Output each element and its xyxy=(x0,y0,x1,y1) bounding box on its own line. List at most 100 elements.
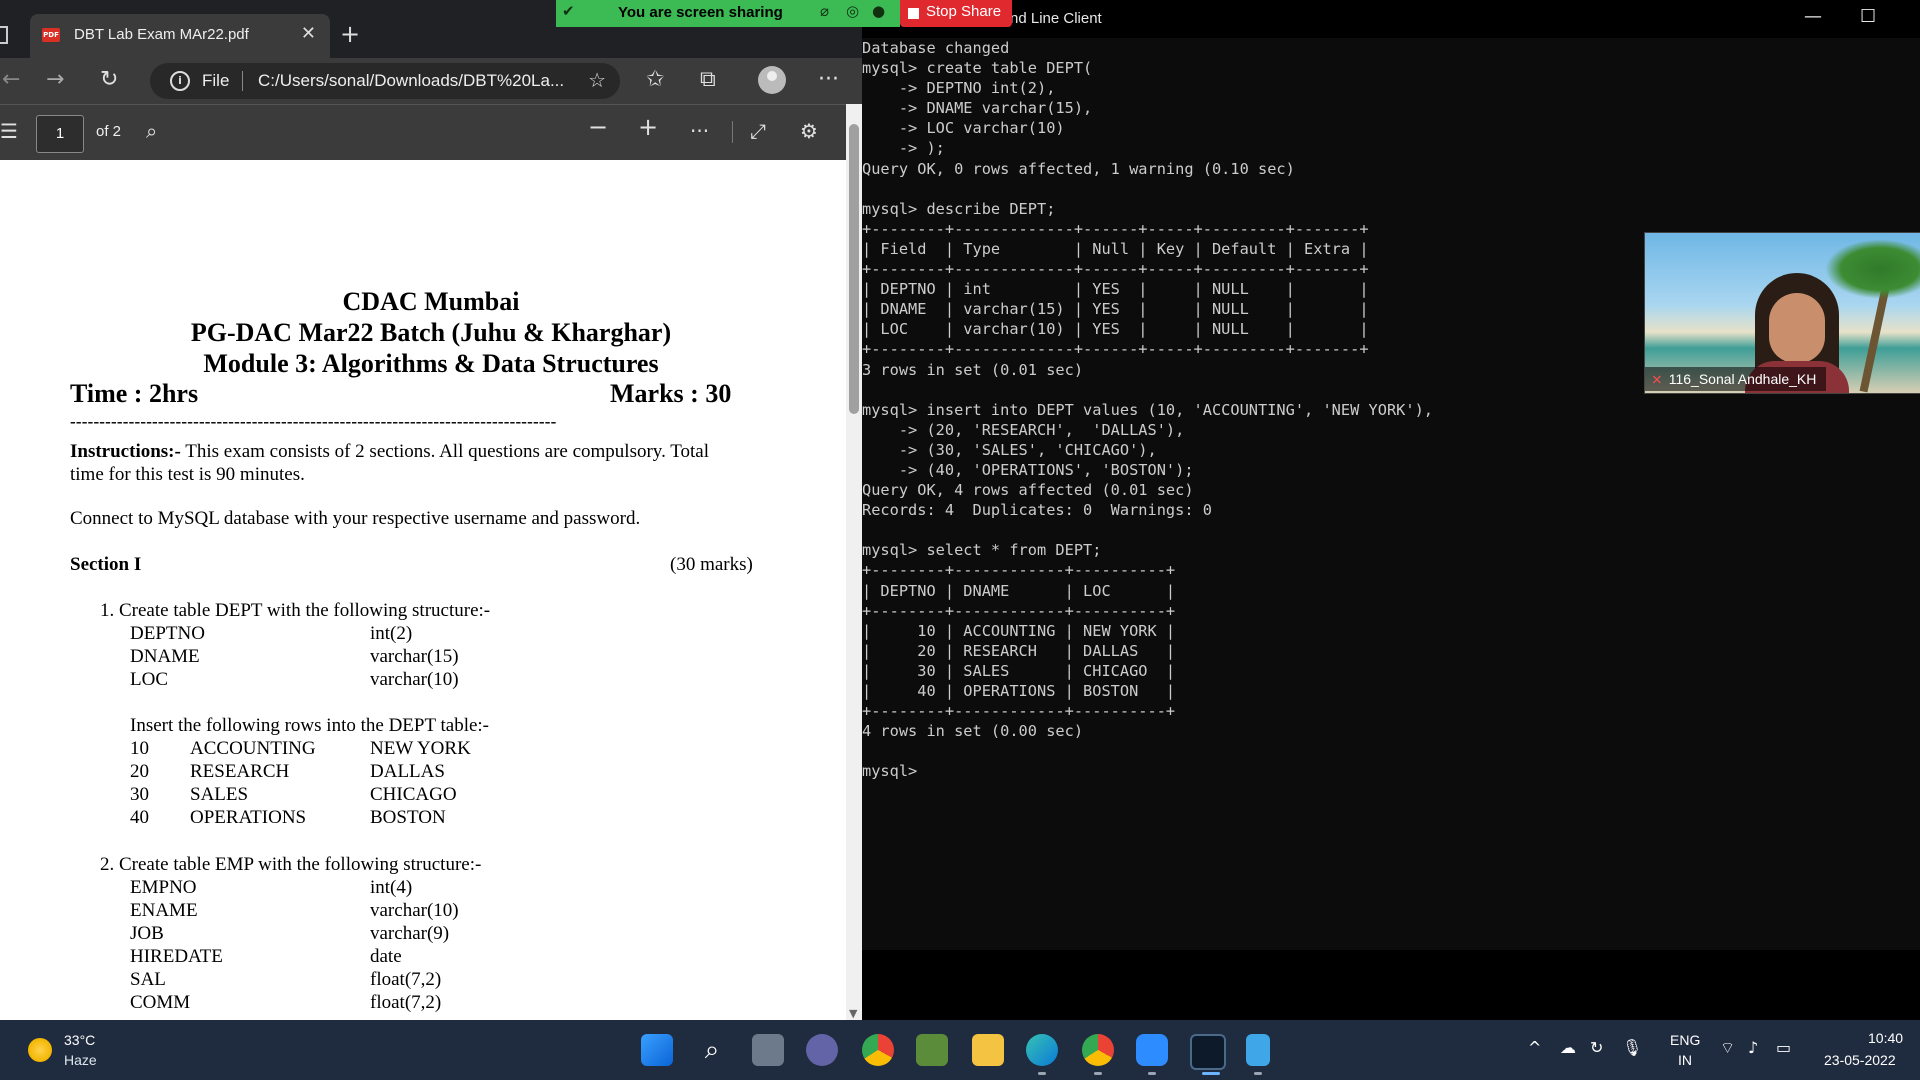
q1-insert-instruction: Insert the following rows into the DEPT … xyxy=(130,715,490,736)
q1-row-no: 10 xyxy=(130,738,149,759)
address-separator xyxy=(242,71,243,91)
search-icon[interactable]: ⌕ xyxy=(146,119,157,143)
forward-icon[interactable]: → xyxy=(46,66,64,94)
zoom-icon[interactable] xyxy=(1136,1034,1168,1066)
edge-icon[interactable] xyxy=(1026,1034,1058,1066)
q2-field-name: HIREDATE xyxy=(130,946,223,967)
q2-field-name: COMM xyxy=(130,992,191,1013)
region-indicator[interactable]: IN xyxy=(1678,1052,1692,1068)
terminal-output[interactable]: Database changed mysql> create table DEP… xyxy=(862,38,1433,781)
chevron-up-icon[interactable]: ^ xyxy=(1528,1038,1541,1057)
doc-title-line2: PG-DAC Mar22 Batch (Juhu & Kharghar) xyxy=(190,318,672,347)
refresh-icon[interactable]: ↻ xyxy=(100,66,118,94)
clock-time[interactable]: 10:40 xyxy=(1868,1030,1903,1046)
mysql-client-icon[interactable] xyxy=(1190,1034,1226,1070)
pdf-scrollbar[interactable]: ▼ xyxy=(846,104,862,1020)
q2-field-type: varchar(9) xyxy=(370,923,450,944)
terminal-bottom-area xyxy=(862,950,1920,1020)
file-label: File xyxy=(202,71,230,90)
favorites-icon[interactable]: ✩ xyxy=(646,66,664,94)
zoom-out-icon[interactable]: − xyxy=(588,115,608,139)
palm-tree-leaves xyxy=(1825,239,1920,299)
windows-taskbar: 33°C Haze ⌕ ^ ☁ ↻ 🎙 ENG IN ⌔ ♪ ▭ 10:40 2… xyxy=(0,1020,1920,1080)
q1-field-name: DEPTNO xyxy=(130,623,205,644)
terminal-title: nd Line Client xyxy=(1010,10,1102,27)
page-number-input[interactable]: 1 xyxy=(36,115,84,153)
profile-avatar[interactable] xyxy=(758,66,786,94)
share-message: You are screen sharing xyxy=(618,4,783,21)
weather-description[interactable]: Haze xyxy=(64,1052,97,1068)
notepad-icon[interactable] xyxy=(1246,1034,1270,1066)
language-indicator[interactable]: ENG xyxy=(1670,1032,1700,1048)
running-indicator xyxy=(1094,1072,1102,1075)
wifi-icon[interactable]: ⌔ xyxy=(1720,1038,1735,1058)
settings-gear-icon[interactable]: ⚙ xyxy=(800,119,818,143)
contents-menu-icon[interactable]: ☰ xyxy=(0,119,18,143)
chrome-icon[interactable] xyxy=(862,1034,894,1066)
q1-row-loc: DALLAS xyxy=(370,761,445,782)
browser-toolbar: ← → ↻ i File C:/Users/sonal/Downloads/DB… xyxy=(0,58,862,104)
window-edge-icon xyxy=(0,26,8,44)
task-view-icon[interactable] xyxy=(752,1034,784,1066)
mic-off-icon[interactable]: ⌀ xyxy=(820,2,829,20)
scroll-down-icon[interactable]: ▼ xyxy=(849,1007,857,1020)
close-icon[interactable]: ✕ xyxy=(301,23,316,44)
tab-title: DBT Lab Exam MAr22.pdf xyxy=(74,26,249,43)
participant-video[interactable]: ⨯ 116_Sonal Andhale_KH xyxy=(1644,232,1920,394)
chat-icon[interactable] xyxy=(806,1034,838,1066)
page-count: of 2 xyxy=(96,123,122,140)
file-explorer-icon[interactable] xyxy=(972,1034,1004,1066)
weather-sun-icon[interactable] xyxy=(28,1038,52,1062)
chrome-profile-icon[interactable] xyxy=(1082,1034,1114,1066)
q2-field-name: EMPNO xyxy=(130,877,197,898)
q1-row-name: SALES xyxy=(190,784,249,805)
more-tools-icon[interactable]: ··· xyxy=(690,119,709,143)
q1-field-name: DNAME xyxy=(130,646,200,667)
connect-instruction: Connect to MySQL database with your resp… xyxy=(70,508,641,529)
add-favorite-icon[interactable]: ☆ xyxy=(588,68,606,92)
notepadpp-icon[interactable] xyxy=(916,1034,948,1066)
collections-icon[interactable]: ⧉ xyxy=(700,66,716,94)
info-icon[interactable]: i xyxy=(170,71,190,91)
maximize-icon[interactable]: ☐ xyxy=(1860,6,1876,27)
q1-field-type: varchar(10) xyxy=(370,669,459,690)
q2-field-name: JOB xyxy=(130,923,164,944)
fit-page-icon[interactable]: ⤢ xyxy=(750,119,766,143)
running-indicator xyxy=(1148,1072,1156,1075)
sync-icon[interactable]: ↻ xyxy=(1590,1038,1603,1057)
new-tab-icon[interactable]: + xyxy=(340,20,360,48)
microphone-icon[interactable]: 🎙 xyxy=(1622,1038,1642,1057)
person-face xyxy=(1769,293,1825,363)
q2-field-type: int(4) xyxy=(370,877,413,898)
tab-pdf[interactable]: PDF DBT Lab Exam MAr22.pdf ✕ xyxy=(30,14,330,58)
zoom-in-icon[interactable]: + xyxy=(638,115,658,139)
q1-row-name: ACCOUNTING xyxy=(190,738,316,759)
instructions: Instructions:- This exam consists of 2 s… xyxy=(70,440,790,486)
q2-field-name: SAL xyxy=(130,969,166,990)
volume-icon[interactable]: ♪ xyxy=(1748,1038,1758,1057)
address-bar[interactable]: i File C:/Users/sonal/Downloads/DBT%20La… xyxy=(150,63,620,99)
terminal-titlebar: nd Line Client — ☐ xyxy=(862,0,1920,38)
start-button-icon[interactable] xyxy=(641,1034,673,1066)
clock-date[interactable]: 23-05-2022 xyxy=(1824,1052,1896,1068)
question-1: 1. Create table DEPT with the following … xyxy=(100,600,491,621)
section-marks: (30 marks) xyxy=(670,554,753,575)
url-text[interactable]: C:/Users/sonal/Downloads/DBT%20La... xyxy=(258,71,564,91)
doc-title-line1: CDAC Mumbai xyxy=(342,287,520,316)
instructions-text-2: time for this test is 90 minutes. xyxy=(70,464,305,485)
more-menu-icon[interactable]: ··· xyxy=(818,66,839,94)
running-indicator xyxy=(1038,1072,1046,1075)
instructions-text: This exam consists of 2 sections. All qu… xyxy=(180,441,709,462)
pdf-page: CDAC Mumbai PG-DAC Mar22 Batch (Juhu & K… xyxy=(0,160,846,1020)
scrollbar-thumb[interactable] xyxy=(849,124,859,414)
q2-field-type: float(7,2) xyxy=(370,992,442,1013)
minimize-icon[interactable]: — xyxy=(1804,6,1822,27)
battery-icon[interactable]: ▭ xyxy=(1776,1038,1791,1057)
stop-share-button[interactable]: Stop Share xyxy=(900,0,1012,27)
cloud-icon[interactable]: ☁ xyxy=(1560,1038,1576,1057)
q1-row-name: RESEARCH xyxy=(190,761,290,782)
active-indicator xyxy=(1202,1072,1220,1075)
back-icon[interactable]: ← xyxy=(2,66,20,94)
weather-temperature[interactable]: 33°C xyxy=(64,1032,95,1048)
search-icon[interactable]: ⌕ xyxy=(696,1034,728,1066)
